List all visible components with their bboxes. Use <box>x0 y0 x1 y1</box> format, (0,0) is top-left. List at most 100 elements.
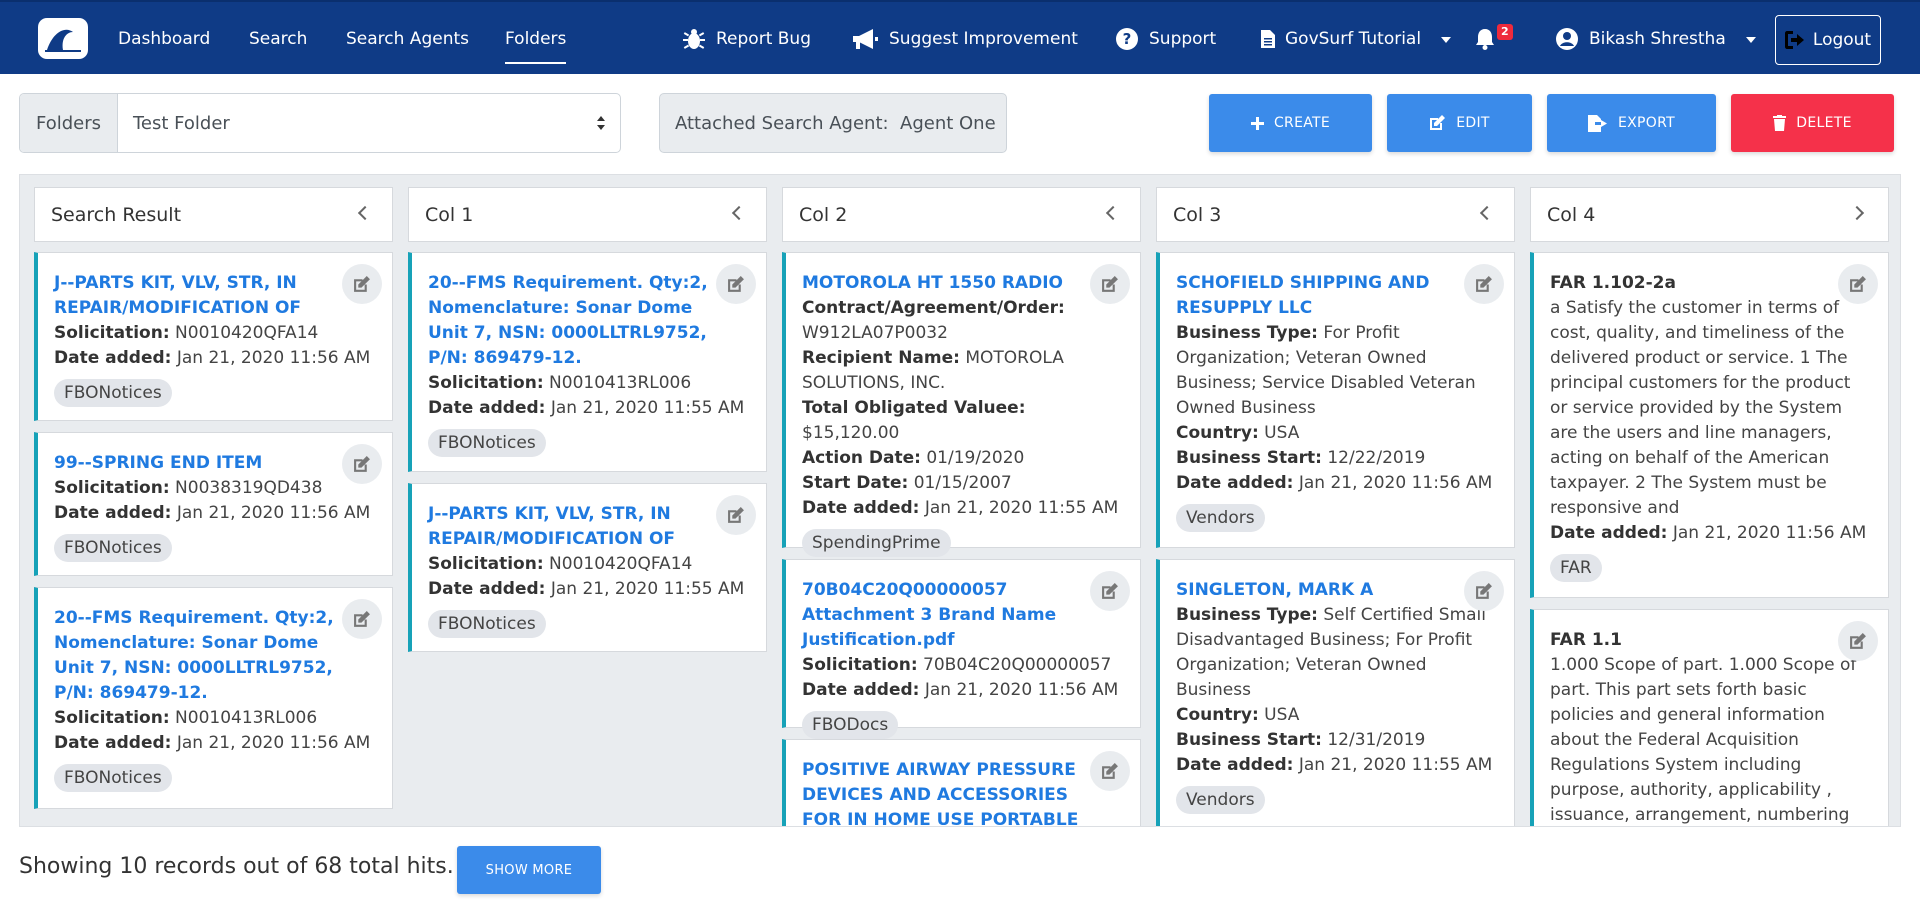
card-title-link[interactable]: SINGLETON, MARK A <box>1176 578 1498 603</box>
card-field: Total Obligated Valuee: $15,120.00 <box>802 398 1026 443</box>
result-card: 99--SPRING END ITEM Solicitation: N00383… <box>34 432 393 576</box>
folder-selector-group: Folders Test Folder <box>19 93 621 153</box>
column-header: Col 2 <box>782 187 1141 242</box>
source-tag: FAR <box>1550 554 1602 582</box>
export-button[interactable]: EXPORT <box>1547 94 1716 152</box>
card-body-text: 1.000 Scope of part. 1.000 Scope of part… <box>1550 655 1857 825</box>
govsurf-logo[interactable] <box>38 18 88 59</box>
edit-icon <box>1476 582 1492 599</box>
edit-icon <box>1430 115 1446 130</box>
bug-icon <box>683 29 705 49</box>
source-tag: SpendingPrime <box>802 529 951 557</box>
column-col-4: Col 4 FAR 1.102-2a a Satisfy the custome… <box>1530 187 1889 826</box>
result-card: SCHOFIELD SHIPPING AND RESUPPLY LLC Busi… <box>1156 252 1515 548</box>
card-field: Business Type: Self Certified Small Disa… <box>1176 605 1487 700</box>
column-header: Col 4 <box>1530 187 1889 242</box>
card-field: Date added: Jan 21, 2020 11:55 AM <box>428 579 745 599</box>
card-field: Date added: Jan 21, 2020 11:56 AM <box>54 733 371 753</box>
edit-label: EDIT <box>1456 115 1490 131</box>
card-edit-button[interactable] <box>342 444 382 484</box>
chevron-down-icon <box>1745 37 1756 43</box>
card-edit-button[interactable] <box>342 264 382 304</box>
wave-logo-icon <box>45 29 81 52</box>
card-field: Country: USA <box>1176 423 1300 443</box>
source-tag: FBONotices <box>54 534 172 562</box>
card-edit-button[interactable] <box>1090 751 1130 791</box>
card-title-link[interactable]: J--PARTS KIT, VLV, STR, IN REPAIR/MODIFI… <box>428 502 750 552</box>
nav-folders[interactable]: Folders <box>505 2 567 76</box>
card-body-text: a Satisfy the customer in terms of cost,… <box>1550 298 1851 518</box>
edit-icon <box>354 610 370 627</box>
sign-out-icon <box>1784 31 1804 49</box>
chevron-left-icon[interactable] <box>731 205 747 221</box>
card-title-link[interactable]: POSITIVE AIRWAY PRESSURE DEVICES AND ACC… <box>802 758 1124 826</box>
folder-select[interactable]: Test Folder <box>118 94 620 152</box>
card-field: Date added: Jan 21, 2020 11:55 AM <box>1176 755 1493 775</box>
card-title-link[interactable]: 20--FMS Requirement. Qty:2, Nomenclature… <box>428 271 750 371</box>
source-tag: Vendors <box>1176 504 1265 532</box>
nav-dashboard[interactable]: Dashboard <box>118 2 210 76</box>
card-title-link[interactable]: 99--SPRING END ITEM <box>54 451 376 476</box>
card-field: Solicitation: N0010413RL006 <box>54 708 318 728</box>
chevron-left-icon[interactable] <box>1479 205 1495 221</box>
card-edit-button[interactable] <box>1090 571 1130 611</box>
nav-search[interactable]: Search <box>249 2 307 76</box>
chevron-down-icon <box>1441 37 1452 43</box>
result-card: POSITIVE AIRWAY PRESSURE DEVICES AND ACC… <box>782 739 1141 826</box>
question-circle-icon: ? <box>1116 28 1138 50</box>
top-navbar: Dashboard Search Search Agents Folders R… <box>0 0 1920 74</box>
card-field: Contract/Agreement/Order: W912LA07P0032 <box>802 298 1065 343</box>
card-edit-button[interactable] <box>342 599 382 639</box>
result-card: MOTOROLA HT 1550 RADIO Contract/Agreemen… <box>782 252 1141 557</box>
card-title-link[interactable]: 70B04C20Q00000057 Attachment 3 Brand Nam… <box>802 578 1124 653</box>
support-link[interactable]: ? Support <box>1115 2 1216 76</box>
card-field: Date added: Jan 21, 2020 11:56 AM <box>54 348 371 368</box>
suggest-improvement-link[interactable]: Suggest Improvement <box>851 2 1078 76</box>
folder-select-value: Test Folder <box>133 112 230 134</box>
logout-button[interactable]: Logout <box>1775 15 1881 65</box>
card-edit-button[interactable] <box>1090 264 1130 304</box>
card-edit-button[interactable] <box>716 264 756 304</box>
source-tag: FBONotices <box>428 610 546 638</box>
user-circle-icon <box>1556 28 1578 50</box>
tutorial-label: GovSurf Tutorial <box>1285 29 1422 49</box>
card-field: Solicitation: 70B04C20Q00000057 <box>802 655 1112 675</box>
source-tag: FBONotices <box>54 379 172 407</box>
card-field: Recipient Name: MOTOROLA SOLUTIONS, INC. <box>802 348 1064 393</box>
tutorial-dropdown[interactable]: GovSurf Tutorial <box>1261 2 1452 76</box>
card-edit-button[interactable] <box>1838 621 1878 661</box>
result-card: 20--FMS Requirement. Qty:2, Nomenclature… <box>408 252 767 472</box>
card-title[interactable]: FAR 1.102-2a <box>1550 271 1872 296</box>
plus-icon <box>1250 116 1264 130</box>
edit-icon <box>1850 632 1866 649</box>
user-menu-dropdown[interactable]: Bikash Shrestha <box>1555 2 1756 76</box>
card-title-link[interactable]: J--PARTS KIT, VLV, STR, IN REPAIR/MODIFI… <box>54 271 376 321</box>
card-edit-button[interactable] <box>1838 264 1878 304</box>
card-edit-button[interactable] <box>1464 264 1504 304</box>
column-col-3: Col 3 SCHOFIELD SHIPPING AND RESUPPLY LL… <box>1156 187 1515 826</box>
card-title-link[interactable]: MOTOROLA HT 1550 RADIO <box>802 271 1124 296</box>
column-col-1: Col 1 20--FMS Requirement. Qty:2, Nomenc… <box>408 187 767 826</box>
column-title: Col 2 <box>799 203 848 226</box>
column-title: Col 3 <box>1173 203 1222 226</box>
create-button[interactable]: CREATE <box>1209 94 1372 152</box>
edit-icon <box>1102 762 1118 779</box>
card-title-link[interactable]: SCHOFIELD SHIPPING AND RESUPPLY LLC <box>1176 271 1498 321</box>
nav-search-agents[interactable]: Search Agents <box>346 2 469 76</box>
card-title-link[interactable]: 20--FMS Requirement. Qty:2, Nomenclature… <box>54 606 376 706</box>
show-more-button[interactable]: SHOW MORE <box>457 846 601 894</box>
card-title[interactable]: FAR 1.1 <box>1550 628 1872 653</box>
chevron-left-icon[interactable] <box>1105 205 1121 221</box>
delete-button[interactable]: DELETE <box>1731 94 1894 152</box>
card-edit-button[interactable] <box>1464 571 1504 611</box>
edit-button[interactable]: EDIT <box>1387 94 1532 152</box>
card-field: Date added: Jan 21, 2020 11:56 AM <box>1550 523 1867 543</box>
report-bug-link[interactable]: Report Bug <box>682 2 811 76</box>
chevron-left-icon[interactable] <box>357 205 373 221</box>
edit-icon <box>354 275 370 292</box>
source-tag: FBONotices <box>428 429 546 457</box>
chevron-right-icon[interactable] <box>1849 205 1865 221</box>
notifications-button[interactable] <box>1475 2 1495 76</box>
support-label: Support <box>1149 29 1217 49</box>
card-edit-button[interactable] <box>716 495 756 535</box>
